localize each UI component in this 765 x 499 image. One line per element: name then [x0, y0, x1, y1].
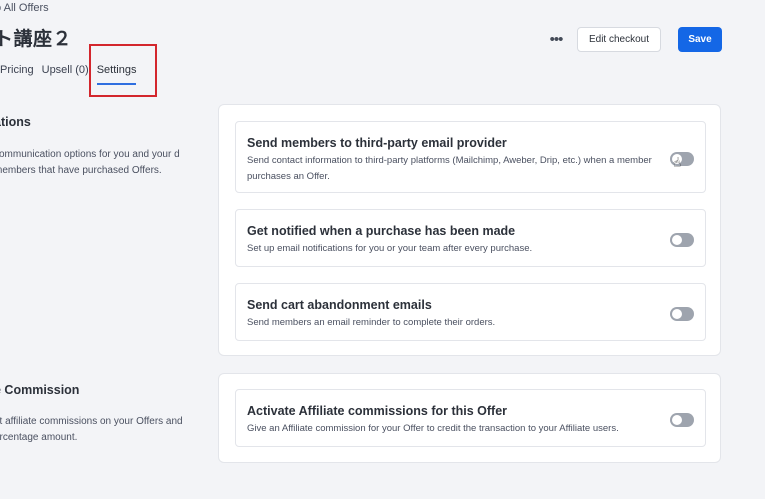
option-affiliate-commission: Activate Affiliate commissions for this … [235, 389, 706, 447]
affiliate-card: Activate Affiliate commissions for this … [218, 373, 721, 463]
option-title: Send members to third-party email provid… [247, 136, 507, 150]
option-title: Send cart abandonment emails [247, 298, 432, 312]
option-description: Give an Affiliate commission for your Of… [247, 423, 619, 434]
notifications-section-description: communication options for you and your d… [0, 149, 180, 176]
notifications-section-title: ations [0, 115, 31, 129]
option-third-party-email: Send members to third-party email provid… [235, 121, 706, 193]
affiliate-commission-toggle[interactable] [670, 413, 694, 427]
option-cart-abandonment: Send cart abandonment emails Send member… [235, 283, 706, 341]
affiliate-section-title: e Commission [0, 383, 80, 397]
more-options-button[interactable]: ••• [545, 28, 567, 50]
option-description: Set up email notifications for you or yo… [247, 243, 533, 254]
option-description: Send contact information to third-party … [247, 155, 652, 182]
option-title: Get notified when a purchase has been ma… [247, 224, 516, 238]
more-horizontal-icon: ••• [549, 30, 564, 48]
notifications-card: Send members to third-party email provid… [218, 104, 721, 356]
tab-upsell[interactable]: Upsell (0) [42, 58, 89, 88]
page-title: ト講座２ [0, 29, 73, 50]
option-description: Send members an email reminder to comple… [247, 317, 496, 328]
save-button[interactable]: Save [678, 27, 722, 52]
tab-pricing[interactable]: Pricing [0, 58, 34, 88]
highlight-annotation [89, 44, 157, 97]
cart-abandonment-toggle[interactable] [670, 307, 694, 321]
affiliate-section-description: et affiliate commissions on your Offers … [0, 416, 183, 443]
option-title: Activate Affiliate commissions for this … [247, 404, 508, 418]
purchase-notification-toggle[interactable] [670, 233, 694, 247]
option-purchase-notification: Get notified when a purchase has been ma… [235, 209, 706, 267]
back-to-offers-link[interactable]: to All Offers [0, 2, 49, 14]
edit-checkout-button[interactable]: Edit checkout [577, 27, 661, 52]
